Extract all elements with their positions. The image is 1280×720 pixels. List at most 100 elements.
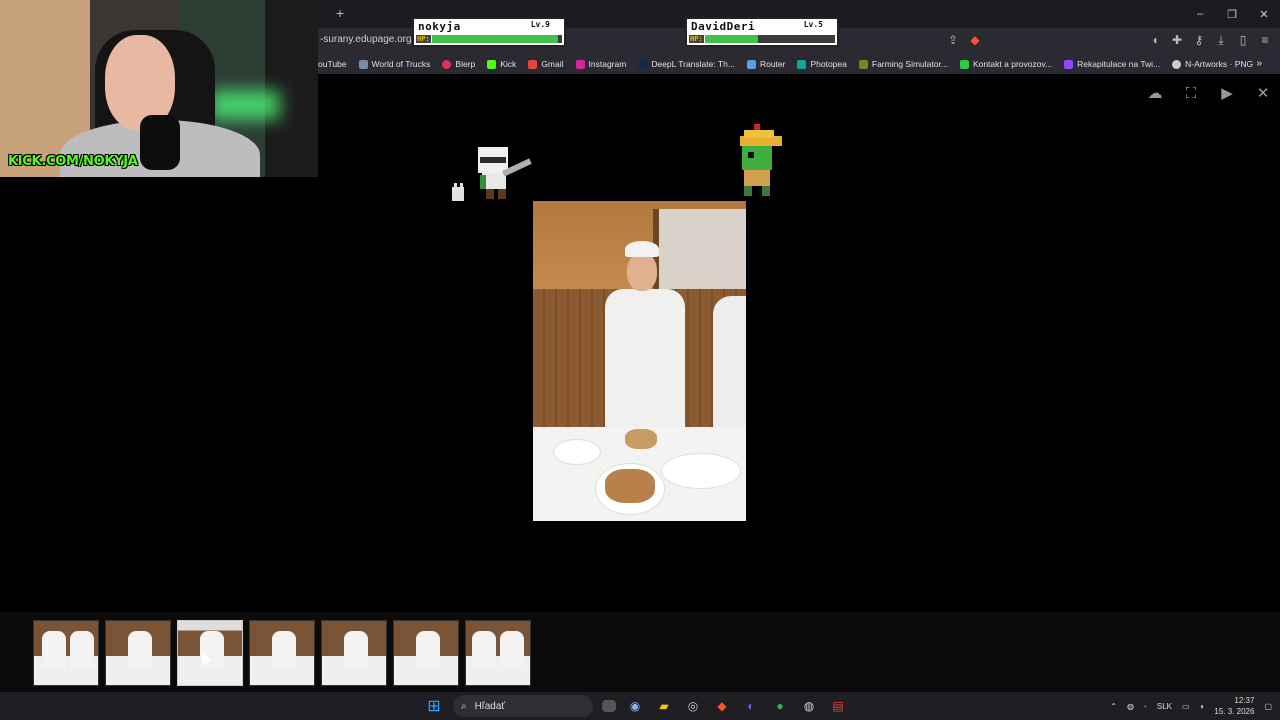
share-icon[interactable]: ⇪: [946, 32, 960, 48]
photo-second-person: [713, 296, 746, 436]
bookmark-gmail[interactable]: Gmail: [528, 59, 564, 69]
file-explorer-icon[interactable]: ▰: [654, 696, 674, 716]
search-placeholder: Hľadať: [474, 700, 506, 712]
thumbnail[interactable]: [249, 620, 315, 686]
blerp-icon: [442, 59, 452, 69]
task-view-icon[interactable]: [602, 700, 616, 712]
trash-icon[interactable]: ▯: [1236, 32, 1250, 48]
player2-hp-fill: [705, 35, 759, 43]
audio-icon[interactable]: ◖: [1148, 32, 1162, 48]
maximize-button[interactable]: ❐: [1216, 0, 1248, 28]
windows-start-icon[interactable]: ⊞: [424, 696, 444, 716]
fullscreen-icon[interactable]: ⛶: [1182, 84, 1200, 102]
thumbnail[interactable]: [105, 620, 171, 686]
language-indicator[interactable]: SLK: [1157, 702, 1172, 711]
game-app-icon[interactable]: ▤: [828, 696, 848, 716]
photo-plate: [661, 453, 741, 489]
bookmark-label: N-Artworks · PNG: [1185, 59, 1254, 69]
app-icon[interactable]: ◉: [625, 696, 645, 716]
obs-icon[interactable]: ◎: [683, 696, 703, 716]
player2-name: DavidDeri: [691, 20, 756, 33]
display-icon[interactable]: ▭: [1182, 702, 1190, 711]
photo-plate: [553, 439, 601, 465]
farming-icon: [858, 59, 868, 69]
key-icon[interactable]: ⚷: [1192, 32, 1206, 48]
bookmark-label: Gmail: [541, 59, 564, 69]
taskbar-search[interactable]: ⌕ Hľadať: [453, 695, 593, 717]
player1-sprite: [452, 147, 532, 201]
toolbar-spacer: [990, 32, 1140, 48]
photo-food: [625, 429, 657, 449]
clock[interactable]: 12:37 15. 3. 2026: [1214, 695, 1254, 717]
bookmark-youtube[interactable]: ouTube: [318, 59, 347, 69]
url-text[interactable]: -surany.edupage.org/a: [320, 34, 420, 45]
notifications-icon[interactable]: ▢: [1264, 702, 1272, 711]
player1-hp-fill: [432, 35, 559, 43]
photo-chef-hat: [625, 241, 659, 257]
photo-person: [605, 241, 685, 431]
close-window-button[interactable]: ✕: [1248, 0, 1280, 28]
bookmark-label: Kontakt a provozov...: [972, 59, 1053, 69]
photo-person-head: [627, 253, 657, 291]
brave-browser-icon[interactable]: ◆: [712, 696, 732, 716]
bookmark-rekapitulace[interactable]: Rekapitulace na Twi...: [1064, 59, 1160, 69]
bookmark-label: DeepL Translate: Th...: [651, 59, 735, 69]
microphone-icon: [140, 115, 180, 170]
toolbar-icons: ⇪ ◆ ◖ ✚ ⚷ ⤓ ▯ ≡: [946, 32, 1272, 48]
player1-level: Lv.9: [530, 20, 550, 29]
mic-muted-icon[interactable]: ◦: [1144, 702, 1147, 711]
bookmark-router[interactable]: Router: [746, 59, 786, 69]
window-controls: – ❐ ✕: [1184, 0, 1280, 28]
bookmark-kontakt[interactable]: Kontakt a provozov...: [959, 59, 1053, 69]
bookmarks-overflow-button[interactable]: »: [1256, 58, 1262, 69]
brave-shields-icon[interactable]: ◆: [968, 32, 982, 48]
taskbar: ⊞ ⌕ Hľadať ◉ ▰ ◎ ◆ ◐ ● ◍ ▤ ⌃ ◍ ◦ SLK ▭ ◖…: [0, 692, 1280, 720]
player1-name: nokyja: [418, 20, 461, 33]
kontakt-icon: [959, 59, 969, 69]
play-icon[interactable]: ▶: [1218, 84, 1236, 102]
player1-hp-box: nokyja Lv.9 HP:: [412, 17, 566, 47]
spotify-icon[interactable]: ●: [770, 696, 790, 716]
bookmark-farming[interactable]: Farming Simulator...: [858, 59, 948, 69]
new-tab-button[interactable]: +: [336, 5, 344, 21]
volume-icon[interactable]: ◖: [1200, 702, 1205, 711]
download-icon[interactable]: ⤓: [1214, 32, 1228, 48]
thumbnail-strip: [0, 612, 1280, 692]
bookmark-photopea[interactable]: Photopea: [797, 59, 847, 69]
thumbnail[interactable]: [33, 620, 99, 686]
thumbnail[interactable]: [393, 620, 459, 686]
bookmark-label: Rekapitulace na Twi...: [1077, 59, 1161, 69]
truck-icon: [358, 59, 368, 69]
thumbnail-active[interactable]: [177, 620, 243, 686]
cloud-download-icon[interactable]: ☁: [1146, 84, 1164, 102]
system-tray: ⌃ ◍ ◦ SLK ▭ ◖ 12:37 15. 3. 2026 ▢: [1110, 692, 1272, 720]
thumbnail[interactable]: [321, 620, 387, 686]
kick-icon: [487, 59, 497, 69]
photopea-icon: [797, 59, 807, 69]
bookmark-blerp[interactable]: Blerp: [442, 59, 475, 69]
close-icon[interactable]: ✕: [1254, 84, 1272, 102]
extensions-icon[interactable]: ✚: [1170, 32, 1184, 48]
bookmark-label: Kick: [500, 59, 517, 69]
bookmark-kick[interactable]: Kick: [487, 59, 516, 69]
bookmark-label: Router: [759, 59, 786, 69]
menu-icon[interactable]: ≡: [1258, 32, 1272, 48]
bookmark-deepl[interactable]: DeepL Translate: Th...: [638, 59, 735, 69]
steam-icon[interactable]: ◍: [799, 696, 819, 716]
twitch-icon: [1064, 59, 1074, 69]
network-icon[interactable]: ◍: [1127, 702, 1134, 711]
webcam-led-glow: [210, 90, 280, 120]
taskbar-apps: ⊞ ⌕ Hľadať ◉ ▰ ◎ ◆ ◐ ● ◍ ▤: [424, 695, 848, 717]
bookmark-n-artworks[interactable]: N-Artworks · PNG: [1172, 59, 1253, 69]
bookmark-world-of-trucks[interactable]: World of Trucks: [358, 59, 431, 69]
bookmark-instagram[interactable]: Instagram: [575, 59, 626, 69]
kick-channel-label: KICK.COM/NOKYJA: [8, 154, 138, 169]
chevron-up-icon[interactable]: ⌃: [1110, 702, 1117, 711]
discord-icon[interactable]: ◐: [741, 696, 761, 716]
bookmark-label: World of Trucks: [371, 59, 431, 69]
player2-hp-track: [705, 35, 835, 43]
bookmark-label: Farming Simulator...: [871, 59, 948, 69]
photo-person-body: [605, 289, 685, 429]
thumbnail[interactable]: [465, 620, 531, 686]
minimize-button[interactable]: –: [1184, 0, 1216, 28]
